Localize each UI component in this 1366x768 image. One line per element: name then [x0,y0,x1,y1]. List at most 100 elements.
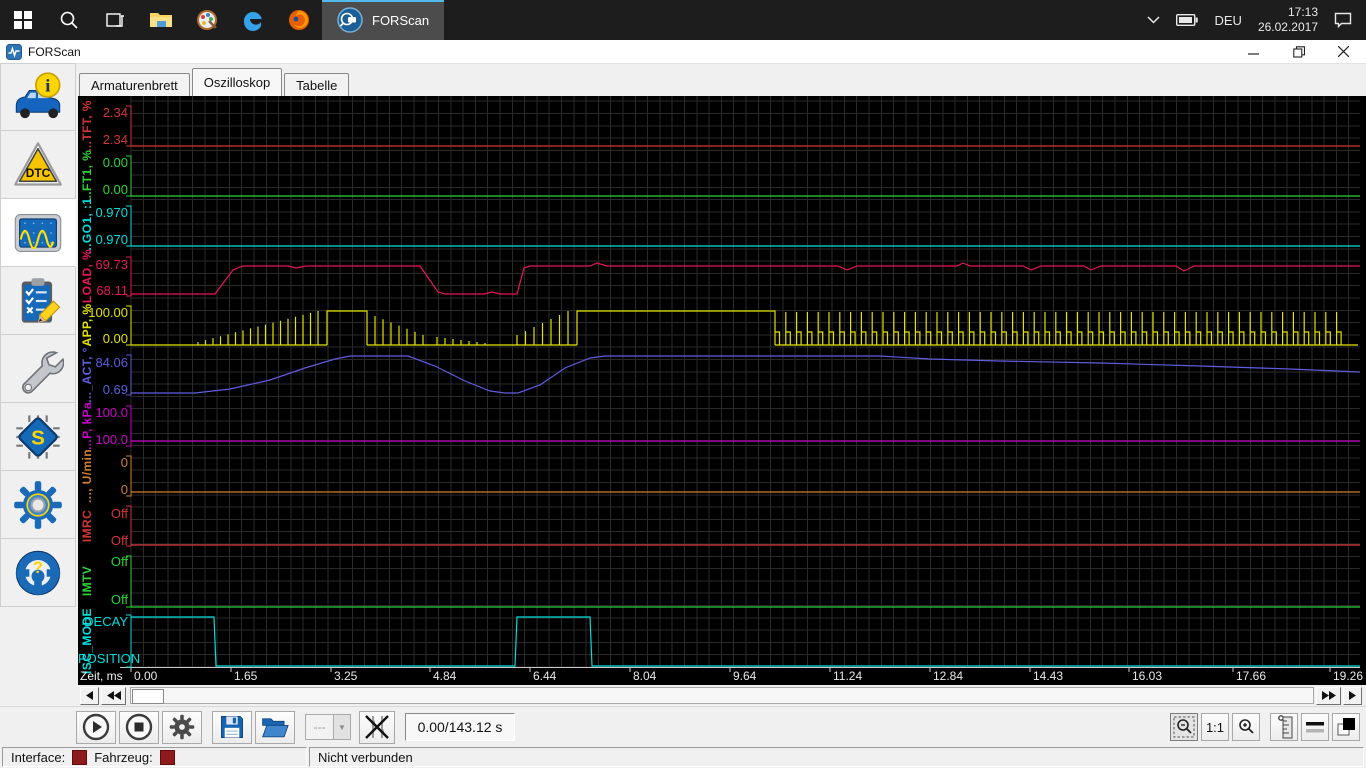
time-tick-label: 11.24 [833,669,863,683]
time-tick-label: 9.64 [733,669,757,683]
sidebar-item-dtc-codes[interactable]: DTC [0,131,76,199]
hidden-icons-chevron-icon[interactable] [1147,16,1161,24]
scope-scrollbar-row [78,685,1366,706]
time-tick-label: 14.43 [1033,669,1064,683]
scroll-page-left-button[interactable] [101,686,126,705]
search-button[interactable] [46,0,92,40]
channel-value-label: Off [110,533,128,548]
keyboard-layout-indicator[interactable]: DEU [1214,13,1241,28]
markers-off-button[interactable] [359,710,395,744]
tab-label: Armaturenbrett [91,77,178,93]
windows-logo-icon [14,11,32,29]
close-button[interactable] [1321,40,1366,63]
connection-panel: Interface: Fahrzeug: [2,747,307,767]
tab-oszilloskop[interactable]: Oszilloskop [191,68,283,96]
zoom-out-button[interactable] [1170,713,1198,741]
open-button[interactable] [255,710,295,744]
time-axis-label: Zeit, ms [80,669,123,683]
gear-icon [14,480,62,529]
sidebar-item-tests[interactable] [0,267,76,335]
search-icon [60,11,78,29]
time-tick-label: 4.84 [433,669,457,683]
clock-time: 17:13 [1287,5,1318,19]
channel-value-label: 68.11 [96,283,128,298]
firefox-button[interactable] [276,0,322,40]
settings-gear-icon [169,714,195,740]
windows-taskbar: FORScan DEU 17:13 26.02.2017 [0,0,1366,40]
time-tick-label: 17.66 [1236,669,1267,683]
sidebar-item-module-programming[interactable]: S [0,403,76,471]
sidebar-item-service-functions[interactable] [0,335,76,403]
open-folder-icon [262,718,289,738]
zoom-in-button[interactable] [1232,713,1260,741]
channel-value-label: 84.06 [95,355,128,370]
action-center-icon[interactable] [1334,12,1352,28]
play-icon [82,713,110,741]
stop-button[interactable] [119,710,159,744]
interface-status-led [72,749,88,765]
time-position-value: 0.00/143.12 s [417,719,503,735]
channel-value-label: 0.69 [102,382,128,397]
ruler-button[interactable] [1270,713,1298,741]
svg-text:DTC: DTC [26,165,51,179]
signal-select-dropdown[interactable]: --- ▼ [305,714,351,740]
window-title: FORScan [28,44,81,59]
clock[interactable]: 17:13 26.02.2017 [1258,5,1318,35]
channel-value-label: 0.00 [102,182,128,197]
minimize-button[interactable] [1231,40,1276,63]
line-thickness-icon [1306,722,1324,733]
dtc-warning-icon: DTC [14,141,62,186]
channel-value-label: 0 [120,482,128,497]
play-button[interactable] [76,710,116,744]
battery-icon[interactable] [1176,14,1199,26]
time-tick-label: 0.00 [134,669,158,683]
taskbar-app-label: FORScan [372,12,430,28]
svg-text:?: ? [33,559,43,577]
scroll-page-right-button[interactable] [1316,686,1341,705]
clock-date: 26.02.2017 [1257,20,1318,34]
channel-value-label: 100.0 [95,432,128,447]
time-tick-label: 6.44 [533,669,557,683]
file-explorer-button[interactable] [138,0,184,40]
sidebar-item-vehicle-info[interactable]: i [0,63,76,131]
channel-value-label: DECAY [84,614,128,629]
tab-tabelle[interactable]: Tabelle [284,73,350,96]
scroll-step-left-button[interactable] [80,686,99,705]
ruler-icon [1278,715,1293,739]
sidebar-item-settings[interactable] [0,471,76,539]
start-button[interactable] [0,0,46,40]
forscan-taskbar-button[interactable]: FORScan [322,0,445,40]
sidebar-item-oscilloscope[interactable] [0,199,76,267]
vehicle-status-led [159,749,175,765]
paint-button[interactable] [184,0,230,40]
window-titlebar[interactable]: FORScan [0,40,1366,64]
task-view-button[interactable] [92,0,138,40]
tab-armaturenbrett[interactable]: Armaturenbrett [79,73,190,96]
window-controls [1231,40,1366,63]
steering-wheel-help-icon: ? [15,550,61,595]
zoom-reset-button[interactable]: 1:1 [1201,713,1229,741]
scope-settings-button[interactable] [162,710,202,744]
channel-value-label: Off [110,506,128,521]
scroll-step-right-button[interactable] [1343,686,1362,705]
channel-value-label: 69.73 [95,257,128,272]
channel-value-label: 0 [120,455,128,470]
line-style-button[interactable] [1301,713,1329,741]
double-arrow-right-icon [1321,691,1336,700]
scroll-track[interactable] [130,687,1314,704]
sidebar-item-help[interactable]: ? [0,539,76,607]
time-position-display: 0.00/143.12 s [405,713,515,741]
color-scheme-button[interactable] [1332,713,1360,741]
app-window-icon [6,43,22,60]
status-bar: Interface: Fahrzeug: Nicht verbunden [0,746,1366,768]
maximize-button[interactable] [1276,40,1321,63]
chip-icon: S [16,414,60,459]
scroll-thumb[interactable] [132,689,164,704]
forscan-icon [337,7,363,33]
save-button[interactable] [212,710,252,744]
zoom-tools-group: 1:1 [1167,713,1366,741]
stop-icon [125,713,153,741]
edge-button[interactable] [230,0,276,40]
transport-toolbar: --- ▼ 0.00/143.12 s 1:1 [0,706,1366,747]
oscilloscope-plot[interactable] [78,96,1366,685]
